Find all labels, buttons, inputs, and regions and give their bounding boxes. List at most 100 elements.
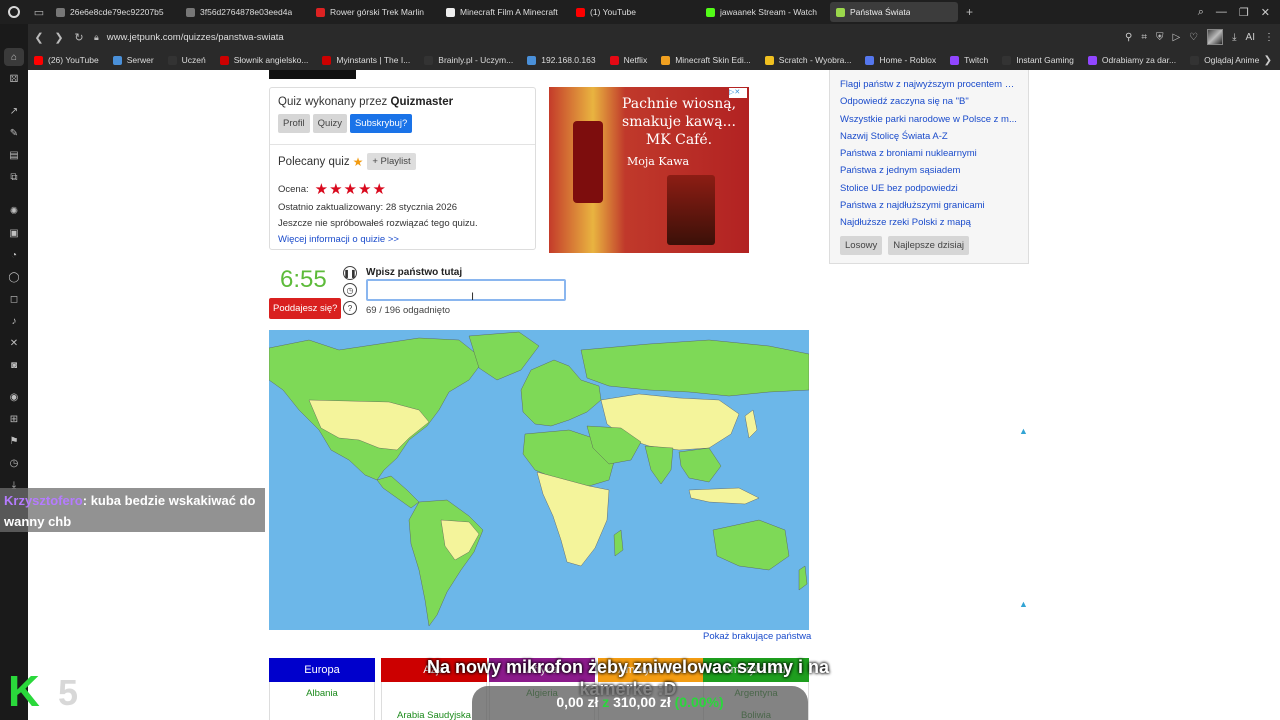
- related-quiz-link[interactable]: Flagi państw z najwyższym procentem biel…: [840, 76, 1018, 93]
- adchoices-icon[interactable]: ▷✕: [729, 88, 747, 98]
- bookmark-item[interactable]: Oglądaj Anime: [1190, 55, 1259, 65]
- new-tab-button[interactable]: +: [960, 5, 979, 19]
- rating-star-icon[interactable]: ★: [372, 181, 386, 198]
- related-quizzes-box: Flagi państw z najwyższym procentem biel…: [829, 70, 1029, 264]
- browser-tab[interactable]: Rower górski Trek Marlin: [310, 2, 438, 22]
- whatsapp-icon[interactable]: ◯: [7, 270, 21, 284]
- close-icon[interactable]: ✕: [1261, 6, 1270, 19]
- related-quiz-link[interactable]: Państwa z najdłuższymi granicami: [840, 197, 1018, 214]
- home-icon[interactable]: ⌂: [4, 48, 24, 66]
- rating-star-icon[interactable]: ★: [315, 181, 329, 198]
- bookmark-item[interactable]: Twitch: [950, 55, 988, 65]
- answer-input[interactable]: [366, 279, 566, 301]
- rating-star-icon[interactable]: ★: [329, 181, 343, 198]
- rating-star-icon[interactable]: ★: [344, 181, 358, 198]
- bookmark-item[interactable]: Scratch - Wyobra...: [764, 55, 851, 65]
- url-field[interactable]: www.jetpunk.com/quizzes/panstwa-swiata: [107, 32, 284, 43]
- browser-tab[interactable]: Państwa Świata: [830, 2, 958, 22]
- play-icon[interactable]: ▷: [1172, 32, 1180, 43]
- bookmark-item[interactable]: Netflix: [609, 55, 647, 65]
- history-icon[interactable]: ◷: [7, 456, 21, 470]
- shield-icon[interactable]: ⛨: [1156, 32, 1164, 43]
- bookmark-item[interactable]: Home - Roblox: [865, 55, 936, 65]
- show-missing-link[interactable]: Pokaż brakujące państwa: [703, 631, 811, 642]
- world-map[interactable]: [269, 330, 809, 630]
- minimize-icon[interactable]: —: [1216, 6, 1227, 18]
- rating-stars[interactable]: ★★★★★: [315, 180, 387, 198]
- advertisement[interactable]: Pachnie wiosną, smakuje kawą... MK Café.…: [549, 87, 749, 253]
- tiktok-icon[interactable]: ♪: [7, 314, 21, 328]
- back-icon[interactable]: ❮: [30, 31, 48, 44]
- browser-tab[interactable]: (1) YouTube: [570, 2, 698, 22]
- search-tabs-icon[interactable]: ⌕: [1198, 6, 1204, 19]
- related-quiz-link[interactable]: Najdłuższe rzeki Polski z mapą: [840, 214, 1018, 231]
- bookmark-item[interactable]: Słownik angielsko...: [219, 55, 308, 65]
- bookmark-item[interactable]: Uczeń: [167, 55, 206, 65]
- apps-icon[interactable]: ⊞: [7, 412, 21, 426]
- quizzes-button[interactable]: Quizy: [312, 114, 347, 133]
- best-today-button[interactable]: Najlepsze dzisiaj: [888, 235, 969, 255]
- bookmarks-more-icon[interactable]: ❯: [1264, 55, 1272, 66]
- extension-icon[interactable]: ⧉: [7, 170, 21, 184]
- tab-title: jawaanek Stream - Watch: [720, 7, 817, 17]
- tab-menu-icon[interactable]: ▭: [28, 0, 50, 24]
- discord-icon[interactable]: ◙: [7, 358, 21, 372]
- opera-logo-icon[interactable]: [0, 0, 28, 24]
- related-quiz-link[interactable]: Stolice UE bez podpowiedzi: [840, 180, 1018, 197]
- related-quiz-link[interactable]: Wszystkie parki narodowe w Polsce z m...: [840, 111, 1018, 128]
- menu-icon[interactable]: ⋮: [1264, 32, 1274, 43]
- bookmark-item[interactable]: 192.168.0.163: [527, 55, 596, 65]
- reload-icon[interactable]: ↻: [70, 31, 88, 44]
- instagram-icon[interactable]: ◻: [7, 292, 21, 306]
- subscribe-button[interactable]: Subskrybuj?: [349, 114, 413, 133]
- messenger-icon[interactable]: ◔: [7, 248, 21, 262]
- related-quiz-link[interactable]: Nazwij Stolicę Świata A-Z: [840, 128, 1018, 145]
- pin-icon[interactable]: ⚲: [1125, 32, 1132, 43]
- browser-tab[interactable]: jawaanek Stream - Watch: [700, 2, 828, 22]
- donation-percent: (0.00%): [674, 694, 724, 710]
- give-up-button[interactable]: Poddajesz się?: [269, 298, 342, 319]
- maximize-icon[interactable]: ❐: [1239, 6, 1249, 19]
- ad-info-icon[interactable]: ▲: [1019, 599, 1029, 609]
- pause-icon[interactable]: ❚❚: [343, 266, 357, 280]
- browser-tab[interactable]: Minecraft Film A Minecraft: [440, 2, 568, 22]
- bookmark-item[interactable]: Instant Gaming: [1002, 55, 1074, 65]
- rating-star-icon[interactable]: ★: [358, 181, 372, 198]
- clock-icon[interactable]: ◷: [343, 283, 357, 297]
- related-quiz-link[interactable]: Państwa z broniami nuklearnymi: [840, 145, 1018, 162]
- browser-tab[interactable]: 3f56d2764878e03eed4a: [180, 2, 308, 22]
- random-quiz-button[interactable]: Losowy: [840, 235, 883, 255]
- site-logo[interactable]: [269, 70, 356, 79]
- bookmark-item[interactable]: Myinstants | The I...: [322, 55, 410, 65]
- more-info-link[interactable]: Więcej informacji o quizie >>: [278, 234, 399, 245]
- pinboard-icon[interactable]: ⚑: [7, 434, 21, 448]
- snapshot-icon[interactable]: ⌗: [1141, 32, 1147, 43]
- ai-icon[interactable]: AI: [1246, 32, 1255, 43]
- bookmark-item[interactable]: Brainly.pl - Uczym...: [424, 55, 513, 65]
- related-quiz-link[interactable]: Państwa z jednym sąsiadem: [840, 162, 1018, 179]
- help-icon[interactable]: ?: [343, 301, 357, 315]
- download-icon[interactable]: ⤓: [1232, 32, 1236, 43]
- aria-icon[interactable]: ↗: [7, 104, 21, 118]
- profile-button[interactable]: Profil: [278, 114, 310, 133]
- bookmark-item[interactable]: (26) YouTube: [34, 55, 99, 65]
- spotify-icon[interactable]: ◉: [7, 390, 21, 404]
- news-icon[interactable]: ▤: [7, 148, 21, 162]
- profile-avatar[interactable]: [1207, 29, 1224, 45]
- forward-icon[interactable]: ❯: [50, 31, 68, 44]
- heart-icon[interactable]: ♡: [1189, 32, 1198, 43]
- browser-tab[interactable]: 26e6e8cde79ec92207b5: [50, 2, 178, 22]
- browser-tab-bar: ▭ 26e6e8cde79ec92207b5 3f56d2764878e03eed…: [0, 0, 1280, 24]
- author-link[interactable]: Quizmaster: [391, 96, 454, 108]
- bookmark-item[interactable]: Odrabiamy za dar...: [1087, 55, 1176, 65]
- twitch-icon[interactable]: ▣: [7, 226, 21, 240]
- x-icon[interactable]: ✕: [7, 336, 21, 350]
- pencil-icon[interactable]: ✎: [7, 126, 21, 140]
- playlist-button[interactable]: + Playlist: [367, 153, 416, 170]
- chatgpt-icon[interactable]: ✺: [7, 204, 21, 218]
- bookmark-item[interactable]: Minecraft Skin Edi...: [661, 55, 751, 65]
- related-quiz-link[interactable]: Odpowiedź zaczyna się na "B": [840, 93, 1018, 110]
- bookmark-item[interactable]: Serwer: [112, 55, 154, 65]
- ad-info-icon[interactable]: ▲: [1019, 426, 1029, 436]
- gamepad-icon[interactable]: ⚄: [7, 72, 21, 86]
